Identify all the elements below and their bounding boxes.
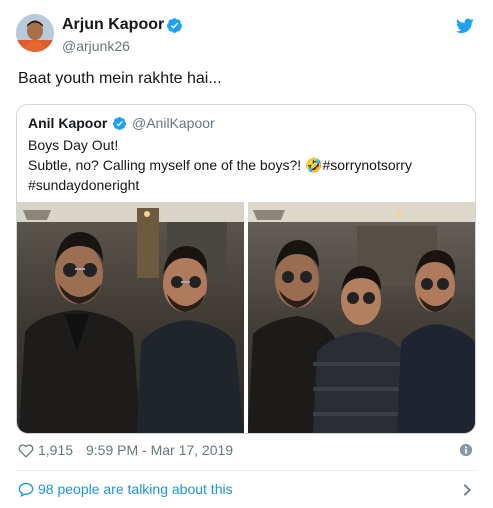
quoted-text-line: Boys Day Out!: [28, 137, 119, 153]
info-icon[interactable]: [459, 443, 473, 457]
quoted-text-line: Subtle, no? Calling myself one of the bo…: [28, 157, 412, 173]
like-count[interactable]: 1,915: [38, 442, 73, 458]
avatar-image: [16, 14, 54, 52]
divider: [16, 470, 476, 471]
twitter-bird-icon[interactable]: [456, 18, 474, 34]
author-handle[interactable]: @arjunk26: [62, 38, 130, 54]
photo-1: [17, 202, 244, 433]
photo-2: [248, 202, 475, 433]
embedded-tweet: Arjun Kapoor @arjunk26 Baat youth mein r…: [0, 0, 493, 508]
quoted-text-line: #sundaydoneright: [28, 177, 140, 193]
tweet-timestamp[interactable]: 9:59 PM - Mar 17, 2019: [86, 442, 233, 458]
quoted-author-handle[interactable]: @AnilKapoor: [132, 115, 215, 131]
quoted-photos: [17, 202, 475, 433]
speech-bubble-icon: [18, 482, 34, 497]
chevron-right-icon: [463, 484, 471, 496]
quoted-tweet[interactable]: Anil Kapoor @AnilKapoor Boys Day Out! Su…: [16, 104, 476, 434]
quoted-author-name[interactable]: Anil Kapoor: [28, 115, 107, 131]
conversation-link-label[interactable]: 98 people are talking about this: [38, 481, 233, 497]
tweet-text: Baat youth mein rakhte hai...: [18, 70, 222, 87]
verified-badge-icon: [167, 18, 182, 33]
heart-icon[interactable]: [18, 443, 34, 458]
author-name[interactable]: Arjun Kapoor: [62, 16, 164, 34]
avatar[interactable]: [16, 14, 54, 52]
verified-badge-icon: [112, 116, 127, 131]
conversation-link[interactable]: 98 people are talking about this: [16, 480, 476, 500]
